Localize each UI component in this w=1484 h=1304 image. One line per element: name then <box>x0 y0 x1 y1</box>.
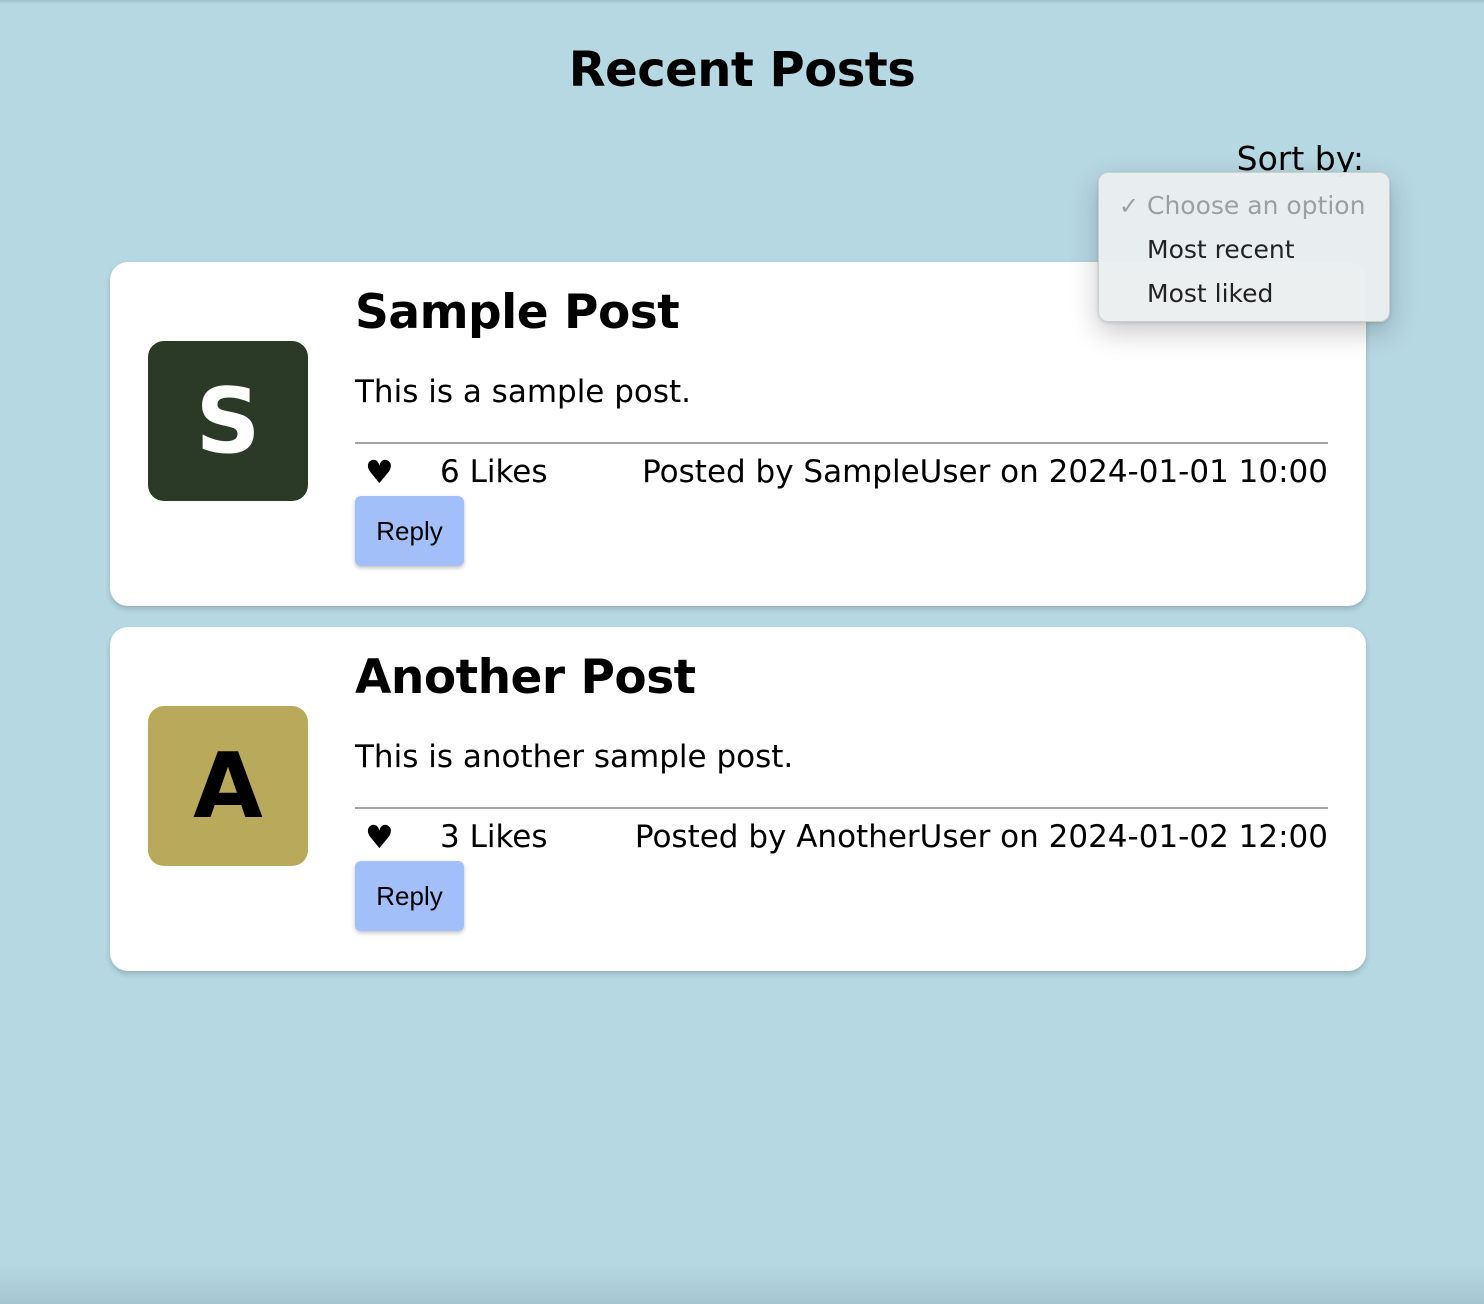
avatar-letter: A <box>193 733 263 839</box>
post-title: Another Post <box>355 650 696 705</box>
post-card: A Another Post This is another sample po… <box>110 627 1366 971</box>
post-body: This is a sample post. <box>355 374 692 410</box>
likes-count: 3 Likes <box>440 819 548 855</box>
sort-option-placeholder: ✓ Choose an option <box>1099 187 1389 231</box>
post-title: Sample Post <box>355 285 680 340</box>
checkmark-icon: ✓ <box>1119 192 1140 220</box>
avatar-letter: S <box>195 368 261 474</box>
avatar: S <box>148 341 308 501</box>
sort-option-label: Most liked <box>1147 279 1274 308</box>
page-title: Recent Posts <box>568 42 916 98</box>
sort-dropdown-menu[interactable]: ✓ Choose an option Most recent Most like… <box>1098 172 1390 322</box>
reply-button[interactable]: Reply <box>355 496 464 566</box>
post-meta: Posted by AnotherUser on 2024-01-02 12:0… <box>634 819 1328 855</box>
heart-icon[interactable]: ♥ <box>365 815 394 859</box>
post-divider <box>355 442 1328 444</box>
post-body: This is another sample post. <box>355 739 794 775</box>
top-edge-shadow <box>0 0 1484 4</box>
avatar: A <box>148 706 308 866</box>
page-background: Recent Posts Sort by: ✓ Choose an option… <box>0 0 1484 1304</box>
heart-icon[interactable]: ♥ <box>365 450 394 494</box>
sort-option-most-liked[interactable]: Most liked <box>1099 275 1389 319</box>
sort-option-most-recent[interactable]: Most recent <box>1099 231 1389 275</box>
sort-option-label: Choose an option <box>1147 191 1366 220</box>
post-divider <box>355 807 1328 809</box>
reply-button[interactable]: Reply <box>355 861 464 931</box>
sort-option-label: Most recent <box>1147 235 1295 264</box>
likes-count: 6 Likes <box>440 454 548 490</box>
bottom-edge-shadow <box>0 1264 1484 1304</box>
post-meta: Posted by SampleUser on 2024-01-01 10:00 <box>642 454 1328 490</box>
